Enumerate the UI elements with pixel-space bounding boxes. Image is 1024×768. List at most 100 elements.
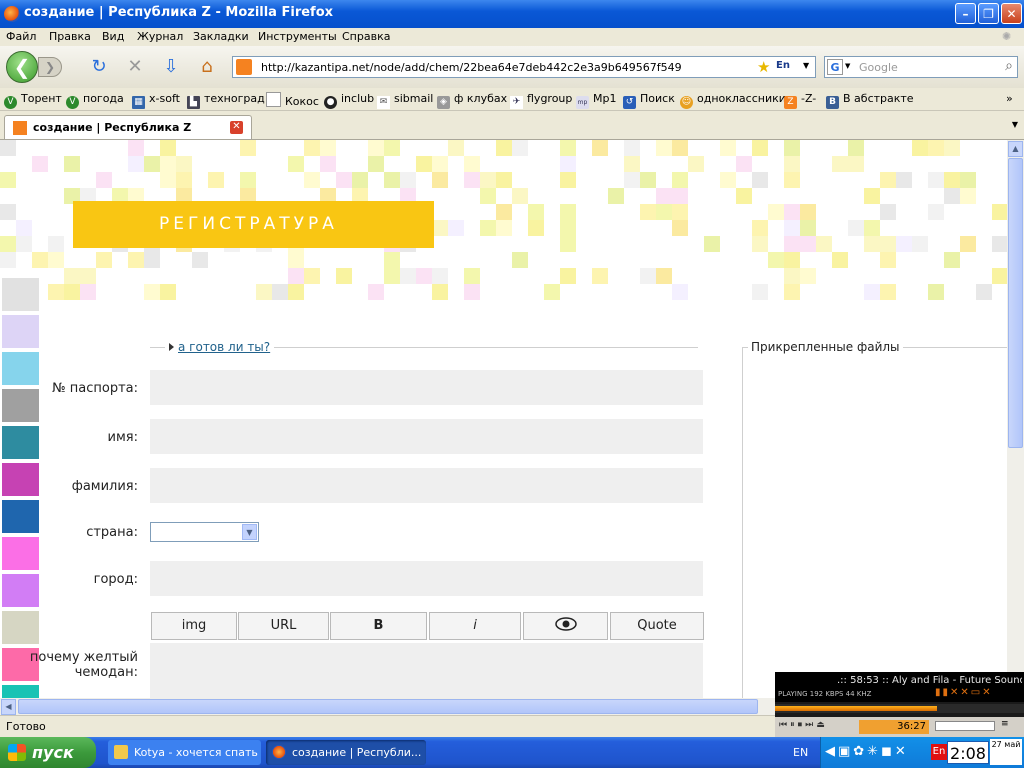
bookmark-item[interactable]: Кокос (266, 92, 319, 108)
maximize-button[interactable]: ❐ (978, 3, 999, 24)
bold-button[interactable]: B (330, 612, 427, 640)
bookmark-item[interactable]: ☺ одноклассники (680, 92, 786, 109)
menu-tools[interactable]: Инструменты (258, 30, 337, 43)
menu-edit[interactable]: Правка (49, 30, 91, 43)
name-input[interactable] (150, 419, 703, 454)
url-bar[interactable]: http://kazantipa.net/node/add/chem/22bea… (232, 56, 816, 78)
bookmark-item[interactable]: ◈ ф клубах (437, 92, 507, 109)
bookmark-item[interactable]: mp Mp1 (576, 92, 616, 109)
surname-input[interactable] (150, 468, 703, 503)
url-dropdown-icon[interactable]: ▼ (803, 61, 809, 70)
pixel-tile (512, 188, 528, 204)
minimize-button[interactable]: – (955, 3, 976, 24)
navigation-toolbar: ❮ ❯ ↻ ✕ ⇩ ⌂ http://kazantipa.net/node/ad… (0, 46, 1024, 88)
pixel-tile (896, 236, 912, 252)
pixel-tile (416, 156, 432, 172)
city-input[interactable] (150, 561, 703, 596)
tab-close-icon[interactable]: ✕ (230, 121, 243, 134)
back-button[interactable]: ❮ (6, 51, 38, 83)
attachments-fieldset (742, 347, 1007, 698)
menu-file[interactable]: Файл (6, 30, 36, 43)
forward-button[interactable]: ❯ (38, 57, 62, 77)
tray-lang-icon[interactable]: En (931, 744, 947, 760)
bookmarks-overflow-icon[interactable]: » (1006, 92, 1013, 105)
menu-bookmarks[interactable]: Закладки (193, 30, 249, 43)
reload-icon[interactable]: ↻ (88, 56, 110, 78)
stop-icon[interactable]: ✕ (124, 56, 146, 78)
start-button[interactable]: пуск (0, 737, 96, 768)
clock[interactable]: 2:08 (947, 741, 989, 764)
vertical-scroll-thumb[interactable] (1008, 158, 1023, 448)
search-icon[interactable]: ⌕ (1005, 58, 1013, 74)
pixel-tile (480, 188, 496, 204)
pixel-tile (880, 204, 896, 220)
bookmark-item[interactable]: BВ абстракте (826, 92, 914, 109)
bookmark-item[interactable]: ● inclub (324, 92, 374, 109)
menu-history[interactable]: Журнал (137, 30, 183, 43)
close-button[interactable]: ✕ (1001, 3, 1022, 24)
pixel-tile (48, 284, 64, 300)
bookmark-item[interactable]: ↺ Поиск (623, 92, 675, 109)
tab-bar: создание | Республика Z ✕ ▼ (0, 111, 1024, 140)
winamp-playback-buttons[interactable]: ⏮⏸⏹⏭⏏ (779, 720, 828, 730)
language-indicator[interactable]: EN (793, 746, 808, 759)
star-icon[interactable]: ★ (757, 58, 770, 76)
ready-link[interactable]: а готов ли ты? (165, 340, 275, 354)
search-engine-dropdown-icon[interactable]: ▼ (845, 62, 850, 70)
suitcase-textarea[interactable] (150, 643, 703, 698)
site-favicon (13, 121, 27, 135)
bookmark-item[interactable]: ▙ техноград (187, 92, 265, 109)
menu-view[interactable]: Вид (102, 30, 124, 43)
bookmark-item[interactable]: Vпогода (66, 92, 124, 109)
img-button[interactable]: img (151, 612, 237, 640)
bookmark-item[interactable]: ▦ x-soft (132, 92, 180, 109)
vk-icon: B (826, 96, 839, 109)
window-titlebar[interactable]: создание | Республика Z - Mozilla Firefo… (0, 0, 1024, 28)
url-button[interactable]: URL (238, 612, 329, 640)
winamp-volume-slider[interactable] (935, 721, 995, 731)
tab-list-icon[interactable]: ▼ (1012, 120, 1018, 129)
winamp-window-icons[interactable]: ▮▮✕✕▭✕ (935, 687, 993, 698)
pixel-tile (864, 236, 880, 252)
pixel-tile (752, 236, 768, 252)
pixel-tile (368, 156, 384, 172)
download-icon[interactable]: ⇩ (160, 56, 182, 78)
attachments-legend[interactable]: Прикрепленные файлы (748, 340, 903, 354)
search-box[interactable]: G ▼ Google ⌕ (824, 56, 1018, 78)
taskbar-item[interactable]: создание | Республи... (266, 740, 426, 765)
tab-current[interactable]: создание | Республика Z ✕ (4, 115, 252, 139)
horizontal-scrollbar[interactable]: ◀ (0, 698, 775, 715)
lang-indicator[interactable]: En (776, 60, 790, 71)
horizontal-scroll-thumb[interactable] (18, 699, 758, 714)
bookmark-item[interactable]: ✉ sibmail (377, 92, 433, 109)
scroll-up-icon[interactable]: ▲ (1008, 141, 1023, 157)
city-label: город: (93, 572, 138, 587)
google-icon[interactable]: G (827, 59, 843, 75)
pixel-tile (880, 236, 896, 252)
taskbar-item[interactable]: Kotya - хочется спать (108, 740, 261, 765)
tray-icons[interactable]: ◀▣✿✳◼✕ (825, 744, 909, 759)
pixel-tile (768, 204, 784, 220)
menu-help[interactable]: Справка (342, 30, 390, 43)
passport-input[interactable] (150, 370, 703, 405)
people-icon: ☺ (680, 96, 693, 109)
pixel-tile (976, 284, 992, 300)
vertical-scrollbar[interactable]: ▲ (1007, 140, 1024, 698)
bookmark-item[interactable]: ✈ flygroup (510, 92, 572, 109)
winamp-player[interactable]: .:: 58:53 :: Aly and Fila - Future Sound… (775, 672, 1024, 737)
chevron-down-icon[interactable]: ▼ (242, 524, 257, 540)
pixel-tile (560, 268, 576, 284)
winamp-menu-icon[interactable]: ≡ (1001, 719, 1009, 729)
date[interactable]: 27 май (990, 739, 1022, 765)
preview-button[interactable] (523, 612, 608, 640)
country-select[interactable]: ▼ (150, 522, 259, 542)
italic-button[interactable]: i (429, 612, 521, 640)
scroll-left-icon[interactable]: ◀ (1, 699, 16, 715)
bookmark-item[interactable]: V Торент (4, 92, 62, 109)
quote-button[interactable]: Quote (610, 612, 704, 640)
pixel-tile (656, 268, 672, 284)
pixel-tile (992, 204, 1007, 220)
home-icon[interactable]: ⌂ (196, 56, 218, 78)
bookmark-item[interactable]: Z -Z- (784, 92, 816, 109)
winamp-seek-bar[interactable] (775, 704, 1024, 713)
